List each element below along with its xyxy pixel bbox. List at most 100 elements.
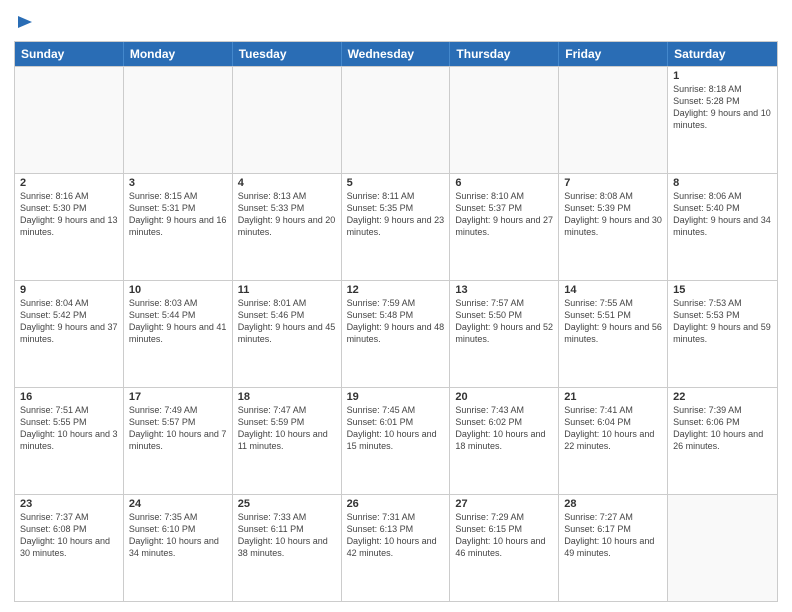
day-number: 2 — [20, 177, 118, 189]
day-info: Sunrise: 7:33 AM Sunset: 6:11 PM Dayligh… — [238, 511, 336, 560]
weekday-header-friday: Friday — [559, 42, 668, 66]
day-cell-7: 7Sunrise: 8:08 AM Sunset: 5:39 PM Daylig… — [559, 174, 668, 280]
day-cell-4: 4Sunrise: 8:13 AM Sunset: 5:33 PM Daylig… — [233, 174, 342, 280]
day-cell-9: 9Sunrise: 8:04 AM Sunset: 5:42 PM Daylig… — [15, 281, 124, 387]
calendar-row-0: 1Sunrise: 8:18 AM Sunset: 5:28 PM Daylig… — [15, 66, 777, 173]
day-cell-20: 20Sunrise: 7:43 AM Sunset: 6:02 PM Dayli… — [450, 388, 559, 494]
day-info: Sunrise: 8:10 AM Sunset: 5:37 PM Dayligh… — [455, 190, 553, 239]
logo-text — [14, 14, 34, 37]
day-number: 18 — [238, 391, 336, 403]
day-number: 8 — [673, 177, 772, 189]
day-info: Sunrise: 7:55 AM Sunset: 5:51 PM Dayligh… — [564, 297, 662, 346]
day-cell-16: 16Sunrise: 7:51 AM Sunset: 5:55 PM Dayli… — [15, 388, 124, 494]
day-cell-28: 28Sunrise: 7:27 AM Sunset: 6:17 PM Dayli… — [559, 495, 668, 601]
day-number: 7 — [564, 177, 662, 189]
day-cell-3: 3Sunrise: 8:15 AM Sunset: 5:31 PM Daylig… — [124, 174, 233, 280]
day-info: Sunrise: 7:59 AM Sunset: 5:48 PM Dayligh… — [347, 297, 445, 346]
day-info: Sunrise: 8:11 AM Sunset: 5:35 PM Dayligh… — [347, 190, 445, 239]
day-number: 26 — [347, 498, 445, 510]
day-number: 24 — [129, 498, 227, 510]
weekday-header-thursday: Thursday — [450, 42, 559, 66]
day-cell-2: 2Sunrise: 8:16 AM Sunset: 5:30 PM Daylig… — [15, 174, 124, 280]
day-number: 12 — [347, 284, 445, 296]
empty-cell-r0c3 — [342, 67, 451, 173]
day-number: 9 — [20, 284, 118, 296]
calendar-row-2: 9Sunrise: 8:04 AM Sunset: 5:42 PM Daylig… — [15, 280, 777, 387]
day-cell-25: 25Sunrise: 7:33 AM Sunset: 6:11 PM Dayli… — [233, 495, 342, 601]
calendar: SundayMondayTuesdayWednesdayThursdayFrid… — [14, 41, 778, 602]
day-info: Sunrise: 8:08 AM Sunset: 5:39 PM Dayligh… — [564, 190, 662, 239]
day-info: Sunrise: 7:39 AM Sunset: 6:06 PM Dayligh… — [673, 404, 772, 453]
day-info: Sunrise: 7:31 AM Sunset: 6:13 PM Dayligh… — [347, 511, 445, 560]
day-info: Sunrise: 8:18 AM Sunset: 5:28 PM Dayligh… — [673, 83, 772, 132]
weekday-header-wednesday: Wednesday — [342, 42, 451, 66]
day-cell-6: 6Sunrise: 8:10 AM Sunset: 5:37 PM Daylig… — [450, 174, 559, 280]
calendar-row-1: 2Sunrise: 8:16 AM Sunset: 5:30 PM Daylig… — [15, 173, 777, 280]
day-info: Sunrise: 7:49 AM Sunset: 5:57 PM Dayligh… — [129, 404, 227, 453]
day-number: 22 — [673, 391, 772, 403]
day-info: Sunrise: 7:29 AM Sunset: 6:15 PM Dayligh… — [455, 511, 553, 560]
day-info: Sunrise: 7:41 AM Sunset: 6:04 PM Dayligh… — [564, 404, 662, 453]
day-number: 27 — [455, 498, 553, 510]
page: SundayMondayTuesdayWednesdayThursdayFrid… — [0, 0, 792, 612]
day-cell-19: 19Sunrise: 7:45 AM Sunset: 6:01 PM Dayli… — [342, 388, 451, 494]
day-number: 15 — [673, 284, 772, 296]
empty-cell-r0c0 — [15, 67, 124, 173]
empty-cell-r0c5 — [559, 67, 668, 173]
day-cell-14: 14Sunrise: 7:55 AM Sunset: 5:51 PM Dayli… — [559, 281, 668, 387]
day-info: Sunrise: 8:04 AM Sunset: 5:42 PM Dayligh… — [20, 297, 118, 346]
day-info: Sunrise: 7:37 AM Sunset: 6:08 PM Dayligh… — [20, 511, 118, 560]
day-cell-8: 8Sunrise: 8:06 AM Sunset: 5:40 PM Daylig… — [668, 174, 777, 280]
day-number: 28 — [564, 498, 662, 510]
day-info: Sunrise: 8:15 AM Sunset: 5:31 PM Dayligh… — [129, 190, 227, 239]
day-info: Sunrise: 7:51 AM Sunset: 5:55 PM Dayligh… — [20, 404, 118, 453]
day-info: Sunrise: 7:57 AM Sunset: 5:50 PM Dayligh… — [455, 297, 553, 346]
day-number: 14 — [564, 284, 662, 296]
day-cell-13: 13Sunrise: 7:57 AM Sunset: 5:50 PM Dayli… — [450, 281, 559, 387]
weekday-header-tuesday: Tuesday — [233, 42, 342, 66]
day-number: 1 — [673, 70, 772, 82]
day-cell-12: 12Sunrise: 7:59 AM Sunset: 5:48 PM Dayli… — [342, 281, 451, 387]
empty-cell-r4c6 — [668, 495, 777, 601]
day-cell-22: 22Sunrise: 7:39 AM Sunset: 6:06 PM Dayli… — [668, 388, 777, 494]
day-number: 3 — [129, 177, 227, 189]
day-cell-17: 17Sunrise: 7:49 AM Sunset: 5:57 PM Dayli… — [124, 388, 233, 494]
empty-cell-r0c1 — [124, 67, 233, 173]
day-cell-5: 5Sunrise: 8:11 AM Sunset: 5:35 PM Daylig… — [342, 174, 451, 280]
day-number: 6 — [455, 177, 553, 189]
day-number: 5 — [347, 177, 445, 189]
day-number: 21 — [564, 391, 662, 403]
day-number: 17 — [129, 391, 227, 403]
calendar-body: 1Sunrise: 8:18 AM Sunset: 5:28 PM Daylig… — [15, 66, 777, 601]
calendar-header: SundayMondayTuesdayWednesdayThursdayFrid… — [15, 42, 777, 66]
day-info: Sunrise: 7:53 AM Sunset: 5:53 PM Dayligh… — [673, 297, 772, 346]
day-number: 10 — [129, 284, 227, 296]
day-cell-24: 24Sunrise: 7:35 AM Sunset: 6:10 PM Dayli… — [124, 495, 233, 601]
weekday-header-monday: Monday — [124, 42, 233, 66]
empty-cell-r0c4 — [450, 67, 559, 173]
logo-flag-icon — [16, 14, 34, 32]
day-info: Sunrise: 8:16 AM Sunset: 5:30 PM Dayligh… — [20, 190, 118, 239]
calendar-row-4: 23Sunrise: 7:37 AM Sunset: 6:08 PM Dayli… — [15, 494, 777, 601]
day-info: Sunrise: 7:45 AM Sunset: 6:01 PM Dayligh… — [347, 404, 445, 453]
day-number: 16 — [20, 391, 118, 403]
day-number: 13 — [455, 284, 553, 296]
day-number: 23 — [20, 498, 118, 510]
day-number: 4 — [238, 177, 336, 189]
day-cell-26: 26Sunrise: 7:31 AM Sunset: 6:13 PM Dayli… — [342, 495, 451, 601]
day-info: Sunrise: 7:43 AM Sunset: 6:02 PM Dayligh… — [455, 404, 553, 453]
day-cell-18: 18Sunrise: 7:47 AM Sunset: 5:59 PM Dayli… — [233, 388, 342, 494]
day-cell-1: 1Sunrise: 8:18 AM Sunset: 5:28 PM Daylig… — [668, 67, 777, 173]
day-number: 20 — [455, 391, 553, 403]
day-info: Sunrise: 7:47 AM Sunset: 5:59 PM Dayligh… — [238, 404, 336, 453]
day-cell-21: 21Sunrise: 7:41 AM Sunset: 6:04 PM Dayli… — [559, 388, 668, 494]
weekday-header-sunday: Sunday — [15, 42, 124, 66]
day-info: Sunrise: 7:35 AM Sunset: 6:10 PM Dayligh… — [129, 511, 227, 560]
day-info: Sunrise: 8:13 AM Sunset: 5:33 PM Dayligh… — [238, 190, 336, 239]
day-cell-27: 27Sunrise: 7:29 AM Sunset: 6:15 PM Dayli… — [450, 495, 559, 601]
logo — [14, 14, 34, 37]
day-info: Sunrise: 8:06 AM Sunset: 5:40 PM Dayligh… — [673, 190, 772, 239]
day-cell-11: 11Sunrise: 8:01 AM Sunset: 5:46 PM Dayli… — [233, 281, 342, 387]
weekday-header-saturday: Saturday — [668, 42, 777, 66]
day-number: 19 — [347, 391, 445, 403]
